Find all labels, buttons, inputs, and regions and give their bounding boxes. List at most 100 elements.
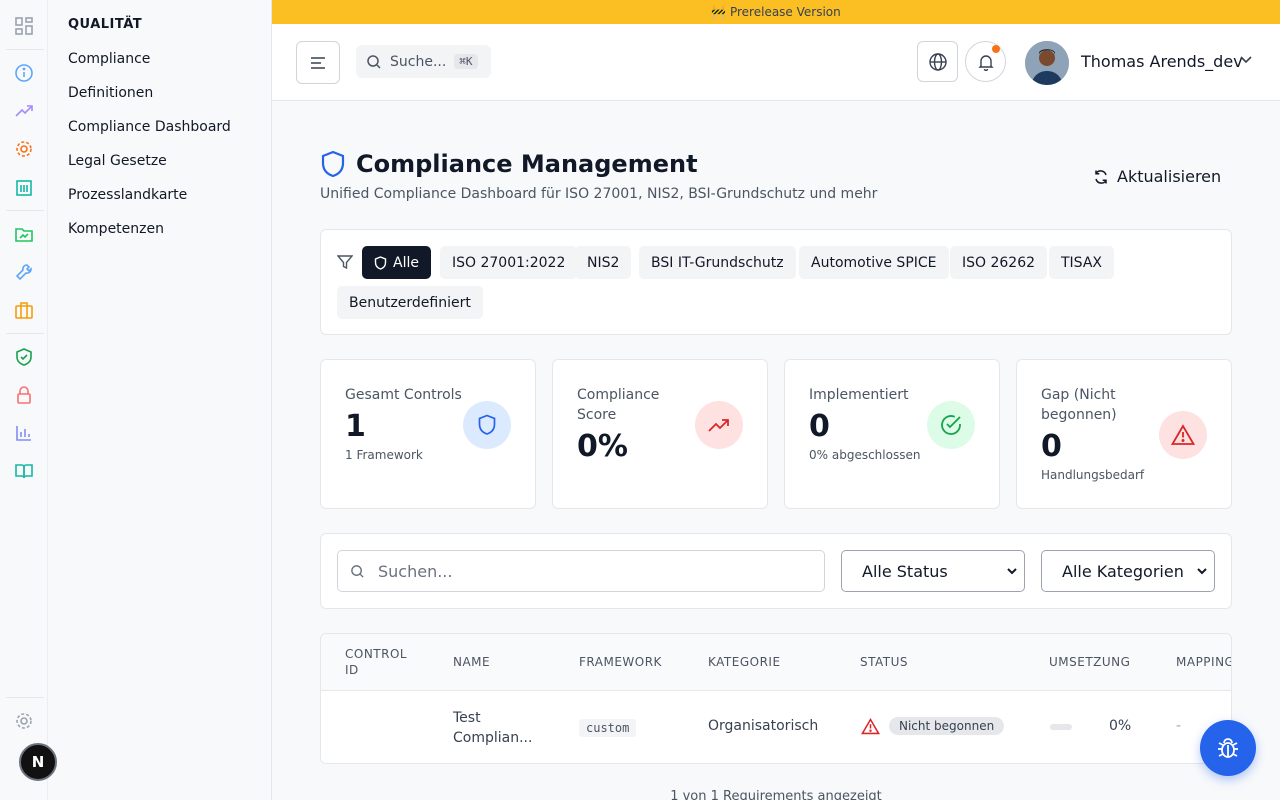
status-select-value: Alle Status [862,561,948,581]
page-subtitle: Unified Compliance Dashboard für ISO 270… [320,186,878,202]
menu-icon [311,56,325,69]
warning-icon [861,718,880,735]
chevron-down-icon[interactable] [1240,56,1252,64]
building-icon[interactable] [14,177,34,197]
bug-report-button[interactable] [1200,720,1256,776]
column-header[interactable]: NAME [453,654,490,670]
nav-item-kompetenzen[interactable]: Kompetenzen [68,221,164,237]
bug-icon [1218,738,1238,758]
menu-toggle-button[interactable] [296,41,340,84]
search-icon [367,54,381,69]
settings-icon[interactable] [14,711,34,731]
stat-value: 0% [577,429,628,464]
global-search-button[interactable]: Suche... ⌘K [356,45,491,78]
stat-sub: 0% abgeschlossen [809,448,921,462]
check-circle-icon [927,401,975,449]
chevron-down-icon [1007,568,1017,575]
shield-icon [463,401,511,449]
nav-item-definitionen[interactable]: Definitionen [68,85,153,101]
cell-progress-label: 0% [1109,718,1132,734]
info-icon[interactable] [14,63,34,83]
bell-icon [977,54,994,71]
stat-label: Compliance Score [577,387,660,423]
status-select[interactable]: Alle Status [841,550,1025,592]
chevron-down-icon [1197,568,1207,575]
trend-up-icon [695,401,743,449]
stat-value: 0 [809,409,830,444]
cell-name-line: Complian... [453,730,533,746]
table-header: CONTROL ID NAME FRAMEWORK KATEGORIE STAT… [321,634,1231,691]
warning-icon [1159,411,1207,459]
avatar[interactable] [1025,41,1069,85]
progress-bar [1050,724,1072,730]
status-badge: Nicht begonnen [889,717,1005,735]
stat-sub: 1 Framework [345,448,423,462]
refresh-icon [1095,169,1107,184]
refresh-button[interactable]: Aktualisieren [1093,167,1221,186]
column-header[interactable]: UMSETZUNG [1049,654,1130,670]
gear-orange-icon[interactable] [14,139,34,159]
requirements-search-input[interactable]: Suchen... [337,550,825,592]
column-header[interactable]: FRAMEWORK [579,654,662,670]
shield-icon [374,255,387,270]
nav-section-title: QUALITÄT [68,17,143,32]
nav-item-legal-gesetze[interactable]: Legal Gesetze [68,153,167,169]
results-count: 1 von 1 Requirements angezeigt [670,789,882,800]
page-title: Compliance Management [320,150,698,178]
requirements-table: CONTROL ID NAME FRAMEWORK KATEGORIE STAT… [320,633,1232,764]
cell-mappings: - [1176,718,1182,734]
filter-chip-alle[interactable]: Alle [362,246,431,279]
prerelease-banner: 🚧 Prerelease Version [272,0,1280,24]
framework-badge: custom [579,719,637,737]
language-button[interactable] [917,41,958,82]
framework-filter-card: Alle ISO 27001:2022 NIS2 BSI IT-Grundsch… [320,229,1232,335]
nav-item-compliance-dashboard[interactable]: Compliance Dashboard [68,119,231,135]
search-shortcut: ⌘K [454,54,478,69]
filter-chip-tisax[interactable]: TISAX [1049,246,1114,279]
column-header[interactable]: CONTROL ID [345,646,415,678]
briefcase-icon[interactable] [14,300,34,320]
stat-card-compliance-score: Compliance Score 0% [552,359,768,509]
filter-chip-iso27001[interactable]: ISO 27001:2022 [440,246,578,279]
filter-chip-label: Alle [393,254,419,271]
stat-label: Implementiert [809,387,909,403]
cell-name-line: Test [453,710,481,726]
shield-check-icon[interactable] [14,347,34,367]
icon-rail [0,0,48,800]
filter-chip-iso26262[interactable]: ISO 26262 [950,246,1048,279]
nav-item-compliance[interactable]: Compliance [68,51,150,67]
bar-chart-icon[interactable] [14,423,34,443]
user-name[interactable]: Thomas Arends_dev [1081,52,1243,71]
next-dev-badge[interactable]: N [19,743,57,781]
stat-label: Gap (Nicht begonnen) [1041,387,1117,423]
refresh-label: Aktualisieren [1117,167,1222,186]
filter-chip-benutzerdefiniert[interactable]: Benutzerdefiniert [337,286,483,319]
notifications-button[interactable] [965,41,1006,82]
filter-chip-bsi[interactable]: BSI IT-Grundschutz [639,246,796,279]
category-select[interactable]: Alle Kategorien [1041,550,1215,592]
cell-category: Organisatorisch [708,718,819,734]
filter-icon [337,255,353,270]
stat-value: 1 [345,409,366,444]
filter-chip-nis2[interactable]: NIS2 [575,246,632,279]
notification-dot [992,45,1000,53]
folder-chart-icon[interactable] [14,224,34,244]
category-select-value: Alle Kategorien [1062,561,1184,581]
cell-name: Test Complian... [453,708,532,748]
nav-item-prozesslandkarte[interactable]: Prozesslandkarte [68,187,187,203]
column-header[interactable]: MAPPINGS [1176,654,1231,670]
global-search-label: Suche... [390,53,447,70]
trend-icon[interactable] [14,101,34,121]
lock-icon[interactable] [14,385,34,405]
book-icon[interactable] [14,461,34,481]
grid-icon[interactable] [14,16,34,36]
stat-value: 0 [1041,429,1062,464]
shield-icon [321,150,345,178]
column-header[interactable]: KATEGORIE [708,654,781,670]
filter-chip-aspice[interactable]: Automotive SPICE [799,246,949,279]
search-icon [351,565,364,578]
page-title-text: Compliance Management [356,150,698,178]
secondary-nav: QUALITÄT Compliance Definitionen Complia… [48,0,272,800]
column-header[interactable]: STATUS [860,654,908,670]
wrench-icon[interactable] [14,262,34,282]
